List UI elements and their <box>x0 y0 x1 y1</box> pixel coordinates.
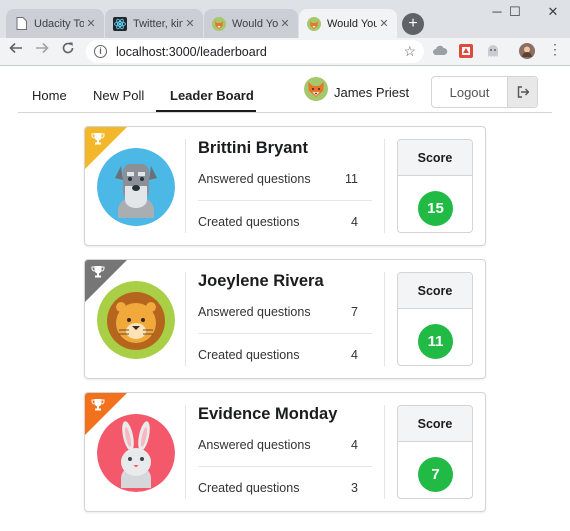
answered-row: Answered questions 11 <box>198 172 372 186</box>
answered-row: Answered questions 7 <box>198 305 372 319</box>
reload-icon <box>62 42 74 54</box>
divider <box>185 405 186 499</box>
ghost-extension-icon[interactable] <box>485 43 501 59</box>
score-header: Score <box>398 273 472 309</box>
window-close-button[interactable]: ✕ <box>538 4 568 20</box>
profile-avatar[interactable] <box>519 43 535 59</box>
react-icon <box>113 16 127 31</box>
score-panel: Score 15 <box>397 139 473 233</box>
divider <box>198 200 372 201</box>
browser-tab-would-you-active[interactable]: Would You ✕ <box>299 9 397 38</box>
answered-count: 7 <box>351 305 358 319</box>
address-bar[interactable]: i localhost:3000/leaderboard ☆ <box>86 40 424 63</box>
current-user: James Priest <box>304 77 409 101</box>
schnauzer-dog-avatar <box>97 148 175 226</box>
nav-new-poll-link[interactable]: New Poll <box>93 88 144 103</box>
browser-toolbar: i localhost:3000/leaderboard ☆ ⋮ <box>0 38 570 66</box>
created-row: Created questions 4 <box>198 348 372 362</box>
rabbit-avatar <box>97 414 175 492</box>
browser-titlebar: Udacity Too ✕ Twitter, kin ✕ Would You ✕… <box>0 0 570 38</box>
arrow-left-icon <box>9 42 22 54</box>
created-label: Created questions <box>198 348 300 362</box>
answered-count: 11 <box>345 172 358 186</box>
user-name: Brittini Bryant <box>198 139 309 157</box>
reload-button[interactable] <box>58 41 78 59</box>
created-row: Created questions 4 <box>198 215 372 229</box>
page-icon <box>14 17 28 31</box>
answered-label: Answered questions <box>198 438 311 452</box>
info-icon[interactable]: i <box>94 45 107 58</box>
fox-icon <box>212 16 226 31</box>
answered-row: Answered questions 4 <box>198 438 372 452</box>
divider <box>198 333 372 334</box>
fox-icon <box>307 16 321 31</box>
cloud-extension-icon[interactable] <box>432 43 448 59</box>
score-panel: Score 11 <box>397 272 473 366</box>
trophy-icon <box>91 266 105 278</box>
browser-tab-twitter[interactable]: Twitter, kin ✕ <box>105 9 203 38</box>
tab-title: Twitter, kin <box>133 17 183 30</box>
leaderboard-card: Evidence Monday Answered questions 4 Cre… <box>84 392 486 512</box>
bookmark-star-icon[interactable]: ☆ <box>403 43 416 60</box>
url-text: localhost:3000/leaderboard <box>116 44 267 59</box>
browser-tab-udacity[interactable]: Udacity Too ✕ <box>6 9 104 38</box>
forward-button[interactable] <box>32 41 52 59</box>
answered-label: Answered questions <box>198 305 311 319</box>
created-row: Created questions 3 <box>198 481 372 495</box>
created-count: 4 <box>351 348 358 362</box>
menu-kebab-icon[interactable]: ⋮ <box>545 41 565 58</box>
score-header: Score <box>398 140 472 176</box>
arrow-right-icon <box>36 42 49 54</box>
created-count: 3 <box>351 481 358 495</box>
created-label: Created questions <box>198 215 300 229</box>
leaderboard-card: Joeylene Rivera Answered questions 7 Cre… <box>84 259 486 379</box>
divider <box>198 466 372 467</box>
answered-count: 4 <box>351 438 358 452</box>
user-name: James Priest <box>334 84 410 100</box>
score-badge: 15 <box>418 191 453 226</box>
new-tab-button[interactable]: + <box>402 13 424 35</box>
app-navbar: Home New Poll Leader Board James Priest … <box>18 76 552 113</box>
close-icon[interactable]: ✕ <box>84 17 98 30</box>
nav-home-link[interactable]: Home <box>32 88 67 103</box>
score-badge: 11 <box>418 324 453 359</box>
tab-title: Would You <box>232 17 278 30</box>
sign-out-icon <box>507 77 537 107</box>
trophy-icon <box>91 133 105 145</box>
user-name: Evidence Monday <box>198 405 338 423</box>
divider <box>185 139 186 233</box>
pdf-extension-icon[interactable] <box>458 43 474 59</box>
close-icon[interactable]: ✕ <box>278 17 292 30</box>
divider <box>384 405 385 499</box>
maximize-button[interactable]: ☐ <box>500 4 530 20</box>
divider <box>185 272 186 366</box>
logout-label: Logout <box>449 84 490 100</box>
user-name: Joeylene Rivera <box>198 272 324 290</box>
close-icon[interactable]: ✕ <box>183 17 197 30</box>
tab-title: Would You <box>327 17 377 30</box>
score-header: Score <box>398 406 472 442</box>
divider <box>384 139 385 233</box>
logout-button[interactable]: Logout <box>431 76 538 108</box>
created-count: 4 <box>351 215 358 229</box>
created-label: Created questions <box>198 481 300 495</box>
active-tab-indicator <box>156 110 256 112</box>
leaderboard-card: Brittini Bryant Answered questions 11 Cr… <box>84 126 486 246</box>
score-badge: 7 <box>418 457 453 492</box>
fox-avatar <box>304 77 328 101</box>
close-icon[interactable]: ✕ <box>377 17 391 30</box>
lion-avatar <box>97 281 175 359</box>
divider <box>384 272 385 366</box>
score-panel: Score 7 <box>397 405 473 499</box>
browser-tab-would-you-1[interactable]: Would You ✕ <box>204 9 298 38</box>
back-button[interactable] <box>6 41 26 59</box>
nav-leader-board-link[interactable]: Leader Board <box>170 88 254 103</box>
trophy-icon <box>91 399 105 411</box>
tab-title: Udacity Too <box>34 17 84 30</box>
answered-label: Answered questions <box>198 172 311 186</box>
